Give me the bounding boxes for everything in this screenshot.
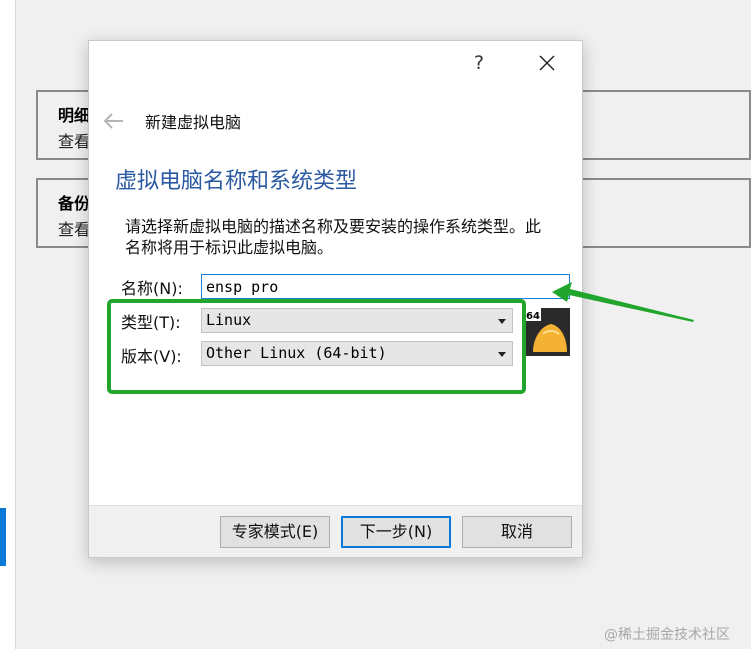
back-button[interactable] — [101, 109, 127, 133]
chevron-down-icon — [498, 319, 506, 324]
dialog-footer: 专家模式(E) 下一步(N) 取消 — [89, 505, 582, 557]
back-arrow-icon — [103, 113, 123, 129]
name-label: 名称(N): — [121, 279, 183, 298]
watermark: @稀土掘金技术社区 — [604, 627, 730, 643]
version-select-value: Other Linux (64-bit) — [206, 344, 387, 362]
version-select[interactable]: Other Linux (64-bit) — [201, 341, 513, 366]
background-card-title: 明细 — [58, 106, 91, 125]
type-select[interactable]: Linux — [201, 308, 513, 333]
background-accent-bar — [0, 508, 6, 566]
expert-mode-button[interactable]: 专家模式(E) — [220, 516, 330, 548]
help-button[interactable]: ? — [467, 49, 491, 77]
type-label: 类型(T): — [121, 313, 181, 332]
background-card-title: 备份 — [58, 194, 91, 213]
close-icon — [539, 55, 555, 71]
background-card-subtitle: 查看 — [58, 132, 91, 151]
chevron-down-icon — [498, 352, 506, 357]
next-button[interactable]: 下一步(N) — [341, 516, 451, 548]
type-select-value: Linux — [206, 311, 252, 329]
dialog-heading: 新建虚拟电脑 — [145, 113, 242, 132]
version-label: 版本(V): — [121, 347, 182, 366]
os-badge-text: 64 — [526, 311, 540, 322]
linux-os-icon: 64 — [525, 308, 570, 356]
close-button[interactable] — [535, 51, 559, 75]
name-input[interactable] — [201, 274, 570, 299]
new-vm-dialog: ? 新建虚拟电脑 虚拟电脑名称和系统类型 请选择新虚拟电脑的描述名称及要安装的操… — [88, 40, 583, 558]
background-card-subtitle: 查看 — [58, 220, 91, 239]
description-text: 请选择新虚拟电脑的描述名称及要安装的操作系统类型。此名称将用于标识此虚拟电脑。 — [125, 217, 542, 257]
cancel-button[interactable]: 取消 — [462, 516, 572, 548]
page-title: 虚拟电脑名称和系统类型 — [115, 169, 358, 194]
